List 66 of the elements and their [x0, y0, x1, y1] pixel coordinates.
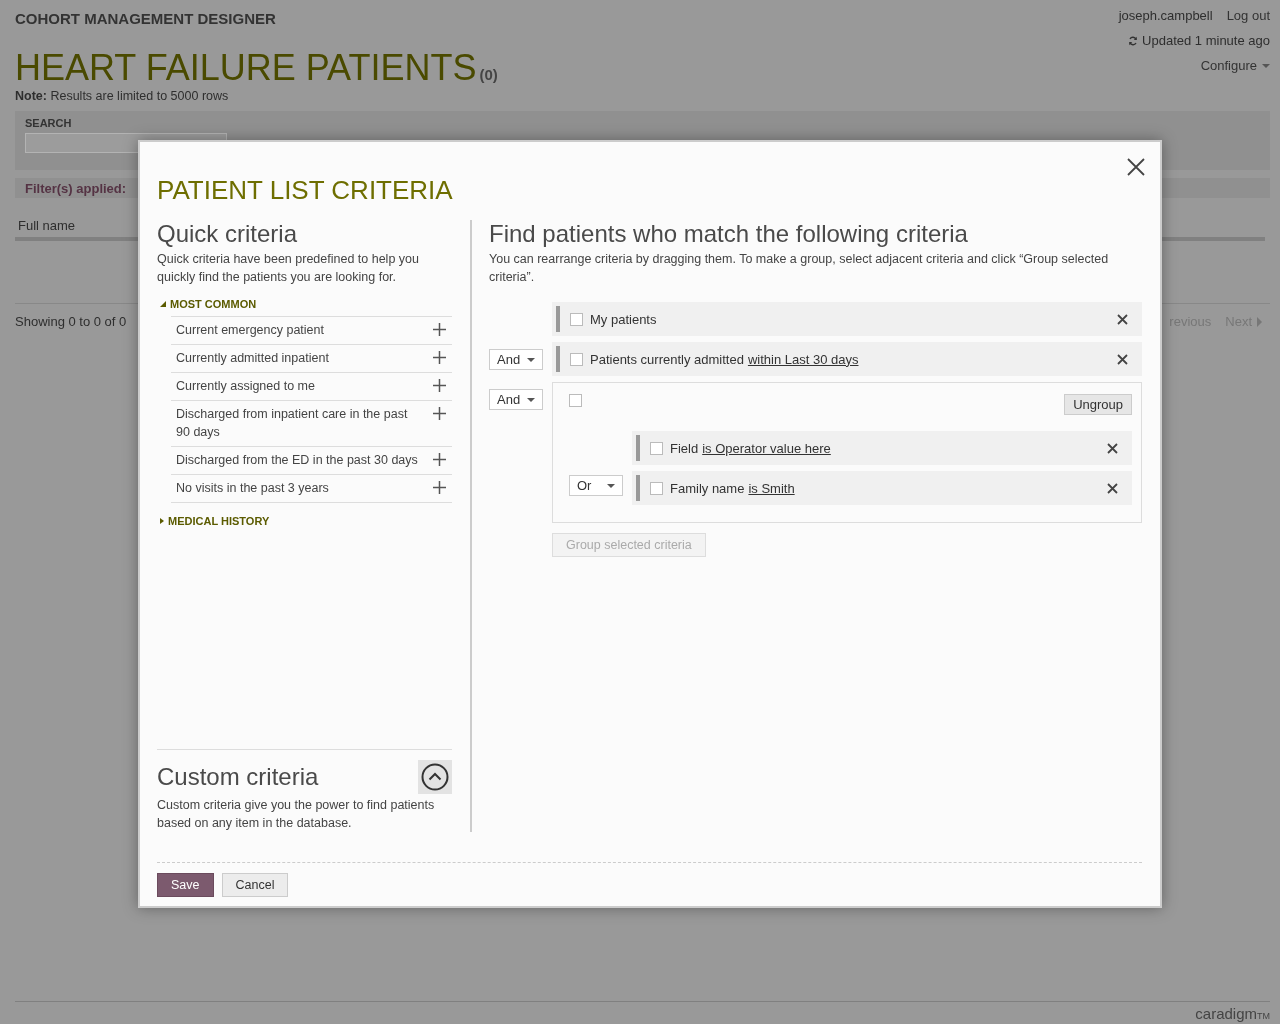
- criterion-text: My patients: [590, 311, 657, 327]
- connector-select[interactable]: Or: [569, 475, 623, 496]
- patient-count: (0): [479, 66, 498, 83]
- criterion-text: Field: [670, 440, 699, 456]
- dialog-title: PATIENT LIST CRITERIA: [157, 175, 454, 206]
- caret-icon: [607, 483, 615, 488]
- cancel-button[interactable]: Cancel: [221, 873, 289, 897]
- remove-icon[interactable]: [1107, 482, 1118, 494]
- results-count: Showing 0 to 0 of 0: [15, 314, 127, 329]
- user-name: joseph.campbell: [1118, 8, 1213, 23]
- drag-handle-icon[interactable]: [556, 306, 560, 332]
- criterion-link[interactable]: is Operator value here: [702, 440, 831, 456]
- updated-text: Updated 1 minute ago: [1142, 33, 1270, 48]
- category-toggle[interactable]: MEDICAL HISTORY: [157, 515, 270, 527]
- quick-criterion-item[interactable]: Currently assigned to me: [171, 373, 452, 401]
- drag-handle-icon[interactable]: [636, 475, 640, 501]
- add-icon[interactable]: [433, 407, 446, 420]
- criterion-text: Patients currently admitted: [590, 351, 744, 367]
- quick-criterion-item[interactable]: Discharged from inpatient care in the past 90 days: [171, 401, 452, 447]
- checkbox[interactable]: [650, 481, 663, 495]
- remove-icon[interactable]: [1117, 313, 1128, 325]
- ungroup-button[interactable]: Ungroup: [1064, 394, 1132, 415]
- section-heading: Quick criteria: [157, 220, 299, 248]
- add-icon[interactable]: [433, 481, 446, 494]
- section-description: Custom criteria give you the power to find patients based on any item in the database.: [157, 797, 436, 832]
- connector-select[interactable]: And: [489, 389, 543, 410]
- filters-label: Filter(s) applied:: [25, 180, 127, 196]
- note-text: Note: Results are limited to 5000 rows: [15, 89, 230, 103]
- quick-criterion-item[interactable]: Currently admitted inpatient: [171, 345, 452, 373]
- search-label: SEARCH: [25, 117, 73, 129]
- category-toggle[interactable]: MOST COMMON: [157, 298, 257, 310]
- logout-link[interactable]: Log out: [1226, 8, 1270, 23]
- collapse-button[interactable]: [418, 760, 452, 794]
- configure-menu[interactable]: Configure: [1200, 58, 1270, 73]
- checkbox[interactable]: [650, 441, 663, 455]
- add-icon[interactable]: [433, 351, 446, 364]
- remove-icon[interactable]: [1107, 442, 1118, 454]
- quick-criterion-item[interactable]: Discharged from the ED in the past 30 days: [171, 447, 452, 475]
- add-icon[interactable]: [433, 323, 446, 336]
- criterion-link[interactable]: within Last 30 days: [747, 351, 859, 367]
- section-heading: Custom criteria: [157, 763, 319, 791]
- app-title: COHORT MANAGEMENT DESIGNER: [15, 10, 276, 27]
- add-icon[interactable]: [433, 379, 446, 392]
- criterion-text: Family name: [670, 480, 745, 496]
- remove-icon[interactable]: [1117, 353, 1128, 365]
- caret-icon: [527, 357, 535, 362]
- caret-icon: [527, 397, 535, 402]
- section-heading: Find patients who match the following criteria: [489, 220, 969, 248]
- section-description: Quick criteria have been predefined to help you quickly find the patients you are looking for.: [157, 251, 420, 286]
- checkbox[interactable]: [569, 394, 582, 407]
- quick-criterion-item[interactable]: No visits in the past 3 years: [171, 475, 452, 503]
- drag-handle-icon[interactable]: [636, 435, 640, 461]
- refresh-icon[interactable]: [1128, 35, 1139, 46]
- caret-icon: [1262, 63, 1270, 68]
- brand-logo: caradigmTM: [1195, 1005, 1270, 1022]
- checkbox[interactable]: [570, 352, 583, 366]
- drag-handle-icon[interactable]: [556, 346, 560, 372]
- quick-criterion-item[interactable]: Current emergency patient: [171, 317, 452, 345]
- close-icon[interactable]: [1127, 158, 1145, 176]
- criterion-link[interactable]: is Smith: [748, 480, 795, 496]
- page-title: HEART FAILURE PATIENTS: [15, 47, 477, 89]
- section-description: You can rearrange criteria by dragging them. To make a group, select adjacent criteria and click “Group selected criteria”.: [489, 251, 1110, 286]
- save-button[interactable]: Save: [157, 873, 214, 897]
- add-icon[interactable]: [433, 453, 446, 466]
- checkbox[interactable]: [570, 312, 583, 326]
- connector-select[interactable]: And: [489, 349, 543, 370]
